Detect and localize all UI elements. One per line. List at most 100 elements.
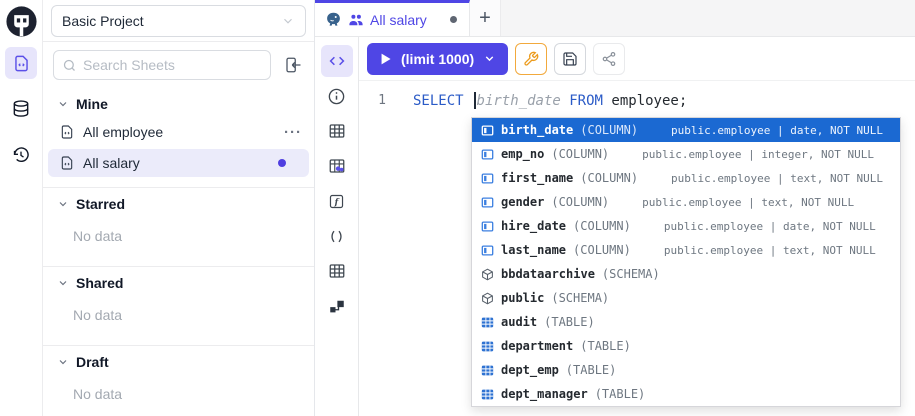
table-icon bbox=[328, 122, 346, 140]
section-draft: Draft No data bbox=[43, 345, 314, 414]
run-query-button[interactable]: (limit 1000) bbox=[367, 43, 508, 75]
column-icon bbox=[480, 171, 494, 185]
autocomplete-item[interactable]: emp_no (COLUMN) public.employee | intege… bbox=[472, 142, 900, 166]
column-icon bbox=[480, 147, 494, 161]
share-icon bbox=[601, 51, 617, 67]
format-wrench-button[interactable] bbox=[515, 43, 547, 75]
autocomplete-item[interactable]: audit (TABLE) bbox=[472, 310, 900, 334]
left-rail bbox=[0, 0, 42, 416]
sheets-icon bbox=[12, 54, 31, 73]
inline-suggestion: birth_date bbox=[477, 93, 561, 109]
suggestion-kind: (COLUMN) bbox=[580, 123, 638, 137]
section-label: Shared bbox=[76, 275, 123, 291]
sheet-item-all-salary[interactable]: All salary bbox=[48, 149, 309, 177]
suggestion-name: gender bbox=[501, 195, 544, 209]
save-icon bbox=[562, 51, 578, 67]
chevron-down-icon bbox=[483, 52, 496, 65]
sheet-item-all-employee[interactable]: All employee ··· bbox=[43, 118, 314, 146]
search-input[interactable] bbox=[83, 57, 262, 73]
suggestion-detail: public.employee | text, NOT NULL bbox=[671, 172, 883, 185]
editor-content: f bbox=[315, 37, 915, 416]
suggestion-detail: public.employee | date, NOT NULL bbox=[671, 124, 883, 137]
table-icon bbox=[480, 339, 494, 353]
strip-parentheses-button[interactable] bbox=[322, 222, 352, 250]
rail-history-button[interactable] bbox=[5, 139, 37, 171]
autocomplete-item[interactable]: last_name (COLUMN) public.employee | tex… bbox=[472, 238, 900, 262]
bytebase-logo-icon[interactable] bbox=[4, 4, 39, 39]
suggestion-kind: (TABLE) bbox=[580, 339, 631, 353]
suggestion-kind: (COLUMN) bbox=[551, 147, 609, 161]
sql-identifier: employee; bbox=[611, 93, 687, 109]
strip-code-button[interactable] bbox=[321, 45, 353, 77]
sql-editor-app: Basic Project Mine bbox=[0, 0, 915, 416]
share-sheet-button[interactable] bbox=[593, 43, 625, 75]
tab-all-salary[interactable]: All salary bbox=[315, 0, 470, 36]
main-area: All salary + bbox=[315, 0, 915, 416]
suggestion-name: department bbox=[501, 339, 573, 353]
schema-icon bbox=[480, 267, 494, 281]
autocomplete-item[interactable]: first_name (COLUMN) public.employee | te… bbox=[472, 166, 900, 190]
import-sheet-icon bbox=[284, 56, 302, 74]
strip-table-button[interactable] bbox=[322, 117, 352, 145]
text-caret bbox=[474, 92, 476, 109]
suggestion-name: first_name bbox=[501, 171, 573, 185]
sheet-sidebar: Basic Project Mine bbox=[42, 0, 315, 416]
save-sheet-button[interactable] bbox=[554, 43, 586, 75]
new-tab-button[interactable]: + bbox=[470, 0, 501, 36]
suggestion-kind: (COLUMN) bbox=[573, 243, 631, 257]
autocomplete-item[interactable]: dept_emp (TABLE) bbox=[472, 358, 900, 382]
rail-database-button[interactable] bbox=[5, 93, 37, 125]
suggestion-detail: public.employee | integer, NOT NULL bbox=[642, 148, 874, 161]
autocomplete-item[interactable]: public (SCHEMA) bbox=[472, 286, 900, 310]
empty-state: No data bbox=[43, 376, 314, 414]
suggestion-detail: public.employee | date, NOT NULL bbox=[664, 220, 876, 233]
empty-state: No data bbox=[43, 297, 314, 335]
code-line-1: 1 SELECT birth_date FROM employee; bbox=[359, 89, 915, 111]
strip-schema-diagram-button[interactable] bbox=[322, 292, 352, 320]
empty-state: No data bbox=[43, 218, 314, 256]
sheet-file-icon bbox=[59, 124, 75, 140]
strip-sheet-grid-button[interactable] bbox=[322, 257, 352, 285]
schema-diagram-icon bbox=[328, 297, 346, 315]
suggestion-kind: (SCHEMA) bbox=[602, 267, 660, 281]
autocomplete-item[interactable]: hire_date (COLUMN) public.employee | dat… bbox=[472, 214, 900, 238]
suggestion-kind: (COLUMN) bbox=[573, 219, 631, 233]
strip-info-button[interactable] bbox=[322, 82, 352, 110]
editor-side-strip: f bbox=[315, 37, 359, 416]
section-header-draft[interactable]: Draft bbox=[43, 346, 314, 376]
play-icon bbox=[379, 52, 392, 66]
import-sheet-button[interactable] bbox=[280, 52, 306, 78]
project-selector-row: Basic Project bbox=[43, 0, 314, 41]
section-starred: Starred No data bbox=[43, 187, 314, 256]
suggestion-kind: (TABLE) bbox=[544, 315, 595, 329]
strip-table-data-button[interactable] bbox=[322, 152, 352, 180]
section-header-shared[interactable]: Shared bbox=[43, 267, 314, 297]
info-icon bbox=[327, 87, 346, 106]
autocomplete-item[interactable]: gender (COLUMN) public.employee | text, … bbox=[472, 190, 900, 214]
autocomplete-item[interactable]: department (TABLE) bbox=[472, 334, 900, 358]
autocomplete-item[interactable]: bbdataarchive (SCHEMA) bbox=[472, 262, 900, 286]
rail-sheets-button[interactable] bbox=[5, 47, 37, 79]
unsaved-dot bbox=[278, 159, 286, 167]
strip-function-button[interactable]: f bbox=[322, 187, 352, 215]
column-icon bbox=[480, 243, 494, 257]
section-header-starred[interactable]: Starred bbox=[43, 188, 314, 218]
autocomplete-dropdown: birth_date (COLUMN) public.employee | da… bbox=[471, 117, 901, 407]
section-label: Starred bbox=[76, 196, 125, 212]
autocomplete-item[interactable]: birth_date (COLUMN) public.employee | da… bbox=[472, 118, 900, 142]
sheet-file-icon bbox=[59, 155, 75, 171]
autocomplete-item[interactable]: dept_manager (TABLE) bbox=[472, 382, 900, 406]
sheet-item-label: All employee bbox=[83, 124, 276, 140]
editor-column: (limit 1000) bbox=[359, 37, 915, 416]
section-shared: Shared No data bbox=[43, 266, 314, 335]
project-selector[interactable]: Basic Project bbox=[51, 5, 306, 37]
suggestion-name: emp_no bbox=[501, 147, 544, 161]
sheet-item-menu-button[interactable]: ··· bbox=[284, 124, 302, 141]
search-icon bbox=[62, 58, 77, 73]
chevron-down-icon bbox=[281, 14, 295, 28]
postgres-icon bbox=[325, 11, 342, 28]
suggestion-name: dept_manager bbox=[501, 387, 588, 401]
editor-toolbar: (limit 1000) bbox=[359, 37, 915, 81]
sheet-tree: Mine All employee ··· All salary Starred bbox=[43, 86, 314, 416]
section-header-mine[interactable]: Mine bbox=[43, 88, 314, 118]
